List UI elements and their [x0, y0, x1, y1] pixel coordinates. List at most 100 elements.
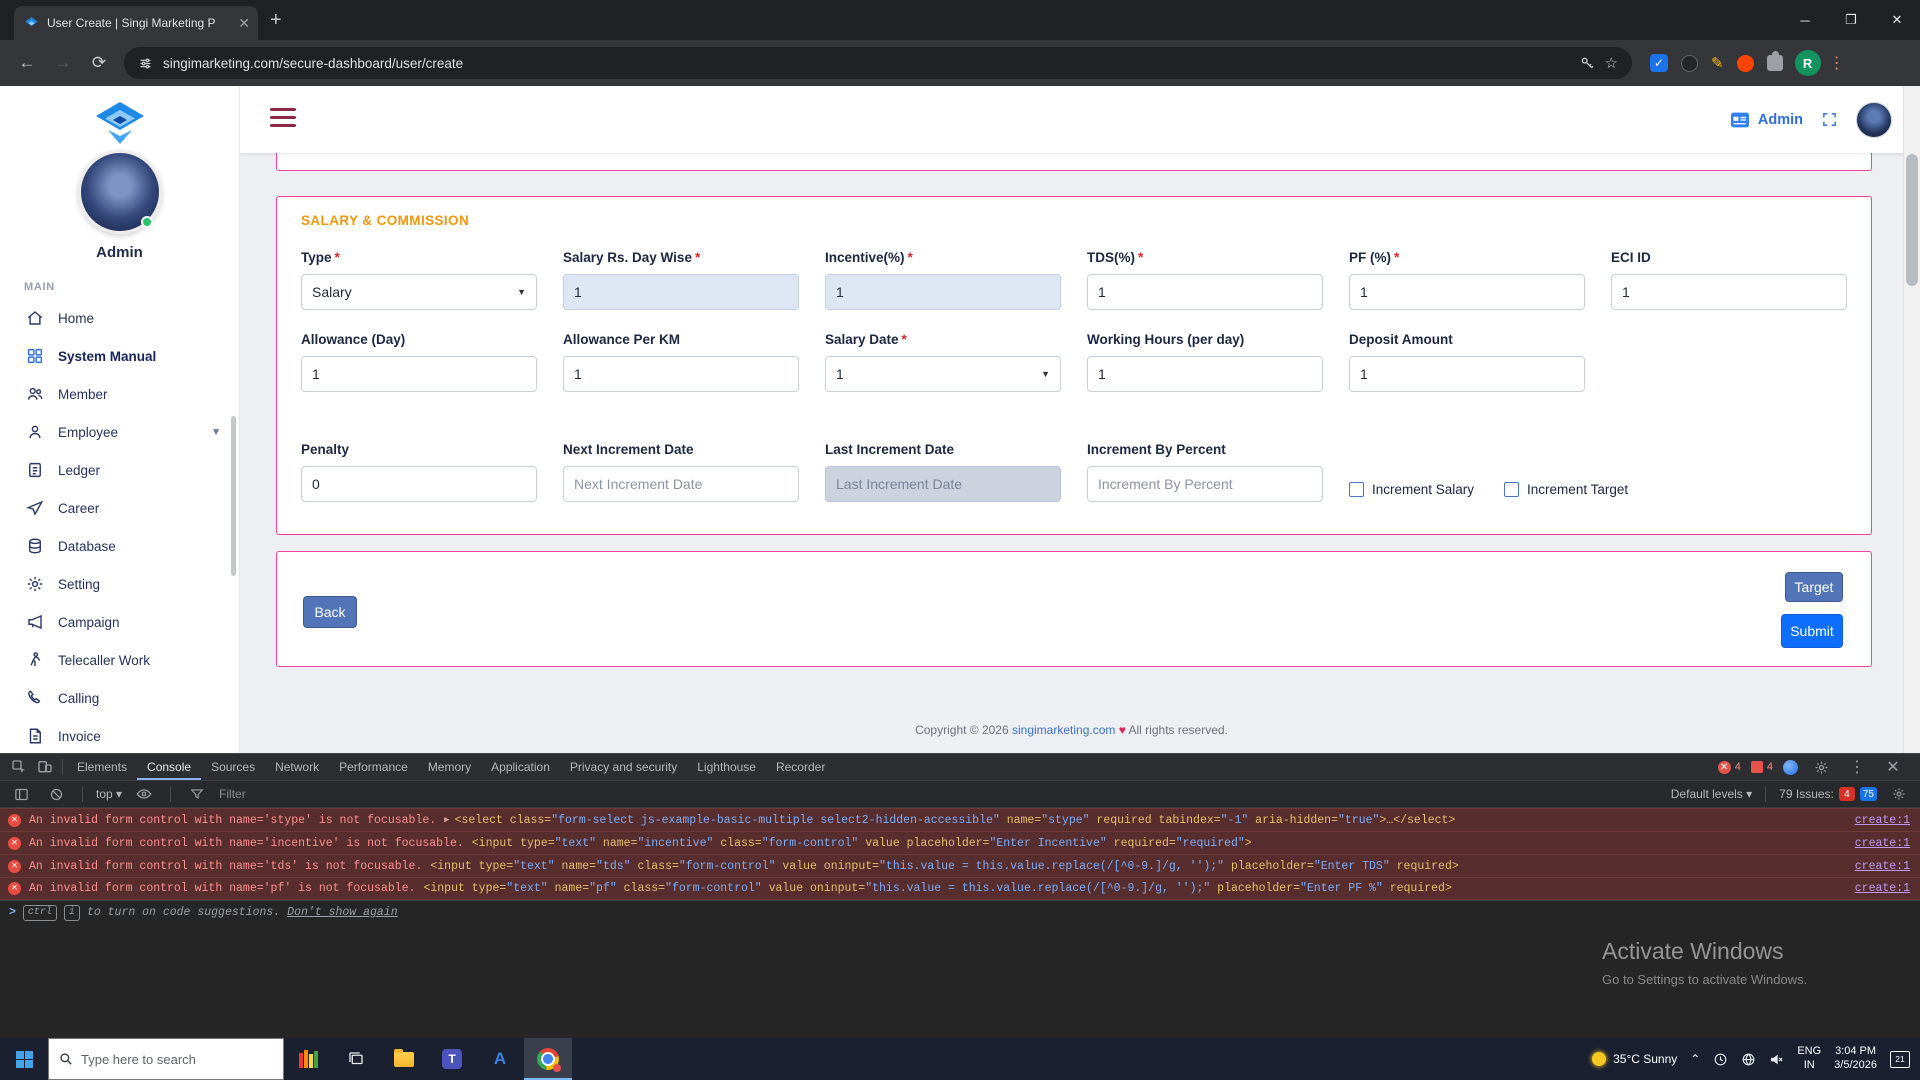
taskbar-app-a[interactable]: A — [476, 1038, 524, 1080]
devtools-tab-lighthouse[interactable]: Lighthouse — [687, 754, 766, 780]
checkbox-icon[interactable] — [1349, 482, 1364, 497]
devtools-tab-recorder[interactable]: Recorder — [766, 754, 835, 780]
deposit-amount-input[interactable] — [1349, 356, 1585, 392]
new-tab-button[interactable]: + — [270, 9, 282, 32]
start-button[interactable] — [0, 1038, 48, 1080]
devtools-tab-console[interactable]: Console — [137, 754, 201, 780]
window-close-button[interactable]: ✕ — [1874, 0, 1920, 40]
console-prompt-icon[interactable]: > — [9, 906, 16, 919]
weather-widget[interactable]: 35°C Sunny — [1592, 1052, 1677, 1066]
extension-dark-icon[interactable] — [1681, 55, 1698, 72]
taskbar-chrome[interactable] — [524, 1038, 572, 1080]
devtools-tab-network[interactable]: Network — [265, 754, 329, 780]
expand-arrow-icon[interactable]: ▶ — [444, 815, 449, 825]
log-levels-selector[interactable]: Default levels ▾ — [1671, 787, 1752, 801]
console-context-selector[interactable]: top ▾ — [96, 787, 122, 801]
sidebar-item-ledger[interactable]: Ledger — [0, 451, 239, 489]
increment-salary-checkbox[interactable]: Increment Salary — [1349, 482, 1474, 497]
sidebar-scrollbar[interactable] — [231, 416, 236, 576]
submit-button[interactable]: Submit — [1781, 614, 1843, 648]
pf-input[interactable] — [1349, 274, 1585, 310]
app-logo-icon[interactable] — [90, 100, 150, 146]
increment-target-checkbox[interactable]: Increment Target — [1504, 482, 1628, 497]
salary-day-wise-input[interactable] — [563, 274, 799, 310]
browser-menu-icon[interactable]: ⋮ — [1829, 53, 1846, 73]
sidebar-item-employee[interactable]: Employee▼ — [0, 413, 239, 451]
password-key-icon[interactable] — [1579, 55, 1595, 71]
devtools-settings-gear-icon[interactable] — [1808, 754, 1834, 780]
window-maximize-button[interactable]: ❐ — [1828, 0, 1874, 40]
sidebar-item-member[interactable]: Member — [0, 375, 239, 413]
type-select[interactable]: Salary ▼ — [301, 274, 537, 310]
taskbar-task-view[interactable] — [332, 1038, 380, 1080]
allowance-day-input[interactable] — [301, 356, 537, 392]
hamburger-menu-icon[interactable] — [270, 108, 296, 132]
address-bar[interactable]: singimarketing.com/secure-dashboard/user… — [124, 47, 1632, 79]
devtools-tab-sources[interactable]: Sources — [201, 754, 265, 780]
devtools-close-icon[interactable]: ✕ — [1880, 754, 1906, 780]
console-source-link[interactable]: create:1 — [1839, 814, 1920, 827]
console-source-link[interactable]: create:1 — [1839, 837, 1920, 850]
console-settings-icon[interactable] — [1886, 781, 1912, 807]
action-center-icon[interactable]: 21 — [1890, 1051, 1910, 1068]
allowance-per-km-input[interactable] — [563, 356, 799, 392]
admin-menu-button[interactable]: Admin — [1730, 111, 1803, 129]
taskbar-library-app[interactable] — [284, 1038, 332, 1080]
taskbar-search[interactable]: Type here to search — [48, 1038, 284, 1080]
tds-input[interactable] — [1087, 274, 1323, 310]
increment-by-percent-input[interactable] — [1087, 466, 1323, 502]
back-button-form[interactable]: Back — [303, 596, 357, 628]
tray-overflow-chevron[interactable]: ⌃ — [1690, 1052, 1700, 1066]
clear-console-icon[interactable] — [43, 781, 69, 807]
console-filter-input[interactable] — [219, 787, 739, 801]
fullscreen-icon[interactable] — [1821, 111, 1838, 128]
sidebar-item-calling[interactable]: Calling — [0, 679, 239, 717]
back-button[interactable]: ← — [10, 46, 44, 80]
extensions-puzzle-icon[interactable] — [1767, 55, 1783, 71]
header-user-avatar[interactable] — [1856, 102, 1892, 138]
devtools-tab-privacy-and-security[interactable]: Privacy and security — [560, 754, 687, 780]
sidebar-item-system-manual[interactable]: System Manual — [0, 337, 239, 375]
inspect-element-icon[interactable] — [6, 754, 32, 780]
reload-button[interactable]: ⟳ — [82, 46, 116, 80]
devtools-issue-count[interactable]: 4 — [1751, 761, 1773, 773]
sidebar-item-telecaller-work[interactable]: Telecaller Work — [0, 641, 239, 679]
extension-check-icon[interactable]: ✓ — [1650, 54, 1668, 72]
window-minimize-button[interactable]: ─ — [1782, 0, 1828, 40]
incentive-input[interactable] — [825, 274, 1061, 310]
devtools-tab-performance[interactable]: Performance — [329, 754, 418, 780]
language-indicator[interactable]: ENGIN — [1797, 1045, 1821, 1073]
devtools-tab-memory[interactable]: Memory — [418, 754, 481, 780]
salary-date-select[interactable]: 1 ▼ — [825, 356, 1061, 392]
bookmark-star-icon[interactable]: ☆ — [1605, 54, 1618, 72]
sidebar-item-setting[interactable]: Setting — [0, 565, 239, 603]
tray-speaker-muted-icon[interactable] — [1769, 1052, 1784, 1067]
extension-orange-icon[interactable] — [1737, 55, 1754, 72]
tray-network-icon[interactable] — [1741, 1052, 1756, 1067]
checkbox-icon[interactable] — [1504, 482, 1519, 497]
browser-tab[interactable]: User Create | Singi Marketing P ✕ — [14, 6, 258, 40]
devtools-menu-icon[interactable]: ⋮ — [1844, 754, 1870, 780]
devtools-error-count[interactable]: ✕ 4 — [1718, 761, 1741, 774]
penalty-input[interactable] — [301, 466, 537, 502]
device-toolbar-icon[interactable] — [32, 754, 58, 780]
console-source-link[interactable]: create:1 — [1839, 860, 1920, 873]
sidebar-item-career[interactable]: Career — [0, 489, 239, 527]
tab-close-icon[interactable]: ✕ — [238, 16, 250, 30]
browser-profile-avatar[interactable]: R — [1795, 50, 1821, 76]
page-scrollbar[interactable] — [1903, 86, 1920, 753]
devtools-tab-application[interactable]: Application — [481, 754, 560, 780]
sidebar-item-home[interactable]: Home — [0, 299, 239, 337]
clock-widget[interactable]: 3:04 PM3/5/2026 — [1834, 1045, 1877, 1073]
issues-counter[interactable]: 79 Issues: 4 75 — [1779, 787, 1877, 801]
eye-icon[interactable] — [131, 781, 157, 807]
devtools-tab-elements[interactable]: Elements — [67, 754, 137, 780]
working-hours-input[interactable] — [1087, 356, 1323, 392]
eci-id-input[interactable] — [1611, 274, 1847, 310]
target-button[interactable]: Target — [1785, 572, 1843, 602]
dismiss-suggestion-link[interactable]: Don't show again — [287, 906, 397, 919]
console-sidebar-icon[interactable] — [8, 781, 34, 807]
extension-pencil-icon[interactable]: ✎ — [1711, 54, 1724, 72]
footer-link[interactable]: singimarketing.com — [1012, 723, 1115, 737]
filter-funnel-icon[interactable] — [184, 781, 210, 807]
